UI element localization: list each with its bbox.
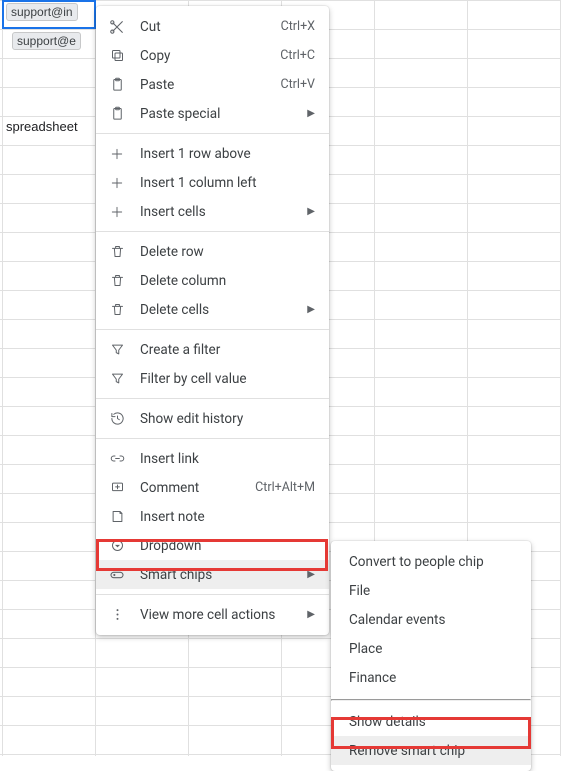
smart-chip[interactable]: support@e xyxy=(12,32,81,50)
menu-item-label: Remove smart chip xyxy=(349,743,517,759)
menu-item-edit-history[interactable]: Show edit history xyxy=(96,404,329,433)
submenu-convert-people[interactable]: Convert to people chip xyxy=(331,547,531,576)
menu-item-label: Copy xyxy=(140,48,280,64)
trash-icon xyxy=(108,272,126,290)
menu-item-paste-special[interactable]: Paste special ▶ xyxy=(96,99,329,128)
clipboard-icon xyxy=(108,76,126,94)
smart-chip[interactable]: support@in xyxy=(6,3,78,21)
chevron-right-icon: ▶ xyxy=(307,108,315,119)
smart-chips-submenu: Convert to people chip File Calendar eve… xyxy=(331,541,531,771)
context-menu: Cut Ctrl+X Copy Ctrl+C Paste Ctrl+V Past… xyxy=(96,6,329,635)
chevron-right-icon: ▶ xyxy=(307,206,315,217)
menu-item-insert-row[interactable]: Insert 1 row above xyxy=(96,139,329,168)
menu-item-label: Paste special xyxy=(140,106,301,122)
chevron-right-icon: ▶ xyxy=(307,304,315,315)
submenu-finance[interactable]: Finance xyxy=(331,663,531,692)
menu-item-insert-note[interactable]: Insert note xyxy=(96,502,329,531)
menu-item-label: Comment xyxy=(140,480,255,496)
scissors-icon xyxy=(108,18,126,36)
comment-icon xyxy=(108,479,126,497)
menu-item-label: Cut xyxy=(140,19,281,35)
menu-item-label: Delete cells xyxy=(140,302,301,318)
menu-item-label: Smart chips xyxy=(140,567,301,583)
menu-item-label: Show edit history xyxy=(140,411,315,427)
smart-chip-icon xyxy=(108,566,126,584)
menu-item-label: Insert link xyxy=(140,451,315,467)
cell-a1[interactable]: support@in xyxy=(4,3,80,24)
plus-icon xyxy=(108,145,126,163)
menu-item-label: File xyxy=(349,583,517,599)
submenu-place[interactable]: Place xyxy=(331,634,531,663)
filter-icon xyxy=(108,341,126,359)
submenu-remove-chip[interactable]: Remove smart chip xyxy=(331,736,531,765)
menu-item-insert-link[interactable]: Insert link xyxy=(96,444,329,473)
menu-separator xyxy=(96,329,329,330)
menu-separator xyxy=(96,398,329,399)
menu-separator xyxy=(96,231,329,232)
menu-item-label: Delete column xyxy=(140,273,315,289)
shortcut: Ctrl+Alt+M xyxy=(255,480,315,495)
submenu-file[interactable]: File xyxy=(331,576,531,605)
menu-item-label: Convert to people chip xyxy=(349,554,517,570)
chevron-right-icon: ▶ xyxy=(307,569,315,580)
menu-item-delete-cells[interactable]: Delete cells ▶ xyxy=(96,295,329,324)
shortcut: Ctrl+C xyxy=(280,48,315,63)
menu-item-insert-column[interactable]: Insert 1 column left xyxy=(96,168,329,197)
menu-item-label: Finance xyxy=(349,670,517,686)
menu-item-label: Dropdown xyxy=(140,538,315,554)
menu-item-label: Create a filter xyxy=(140,342,315,358)
menu-item-label: Filter by cell value xyxy=(140,371,315,387)
plus-icon xyxy=(108,203,126,221)
menu-separator xyxy=(331,699,531,701)
menu-item-label: Show details xyxy=(349,714,517,730)
menu-item-filter-value[interactable]: Filter by cell value xyxy=(96,364,329,393)
shortcut: Ctrl+X xyxy=(281,19,315,34)
plus-icon xyxy=(108,174,126,192)
menu-item-delete-column[interactable]: Delete column xyxy=(96,266,329,295)
menu-item-dropdown[interactable]: Dropdown xyxy=(96,531,329,560)
menu-item-copy[interactable]: Copy Ctrl+C xyxy=(96,41,329,70)
note-icon xyxy=(108,508,126,526)
chevron-right-icon: ▶ xyxy=(307,609,315,620)
trash-icon xyxy=(108,243,126,261)
menu-item-create-filter[interactable]: Create a filter xyxy=(96,335,329,364)
trash-icon xyxy=(108,301,126,319)
cell-a2[interactable]: support@e xyxy=(10,32,83,53)
menu-item-comment[interactable]: Comment Ctrl+Alt+M xyxy=(96,473,329,502)
submenu-calendar[interactable]: Calendar events xyxy=(331,605,531,634)
link-icon xyxy=(108,450,126,468)
menu-item-label: Place xyxy=(349,641,517,657)
menu-item-label: Insert cells xyxy=(140,204,301,220)
more-icon xyxy=(108,606,126,624)
history-icon xyxy=(108,410,126,428)
menu-item-label: Paste xyxy=(140,77,280,93)
menu-separator xyxy=(96,133,329,134)
menu-item-label: Insert 1 row above xyxy=(140,146,315,162)
menu-item-label: Insert note xyxy=(140,509,315,525)
menu-item-label: Calendar events xyxy=(349,612,517,628)
menu-item-smart-chips[interactable]: Smart chips ▶ xyxy=(96,560,329,589)
menu-separator xyxy=(96,594,329,595)
menu-item-paste[interactable]: Paste Ctrl+V xyxy=(96,70,329,99)
menu-item-delete-row[interactable]: Delete row xyxy=(96,237,329,266)
cell-a5[interactable]: spreadsheet xyxy=(4,119,80,134)
menu-separator xyxy=(96,438,329,439)
menu-item-label: Delete row xyxy=(140,244,315,260)
copy-icon xyxy=(108,47,126,65)
menu-item-label: View more cell actions xyxy=(140,607,301,623)
menu-item-cut[interactable]: Cut Ctrl+X xyxy=(96,12,329,41)
shortcut: Ctrl+V xyxy=(280,77,315,92)
submenu-show-details[interactable]: Show details xyxy=(331,707,531,736)
menu-item-insert-cells[interactable]: Insert cells ▶ xyxy=(96,197,329,226)
clipboard-icon xyxy=(108,105,126,123)
dropdown-icon xyxy=(108,537,126,555)
menu-item-more-actions[interactable]: View more cell actions ▶ xyxy=(96,600,329,629)
filter-icon xyxy=(108,370,126,388)
menu-item-label: Insert 1 column left xyxy=(140,175,315,191)
